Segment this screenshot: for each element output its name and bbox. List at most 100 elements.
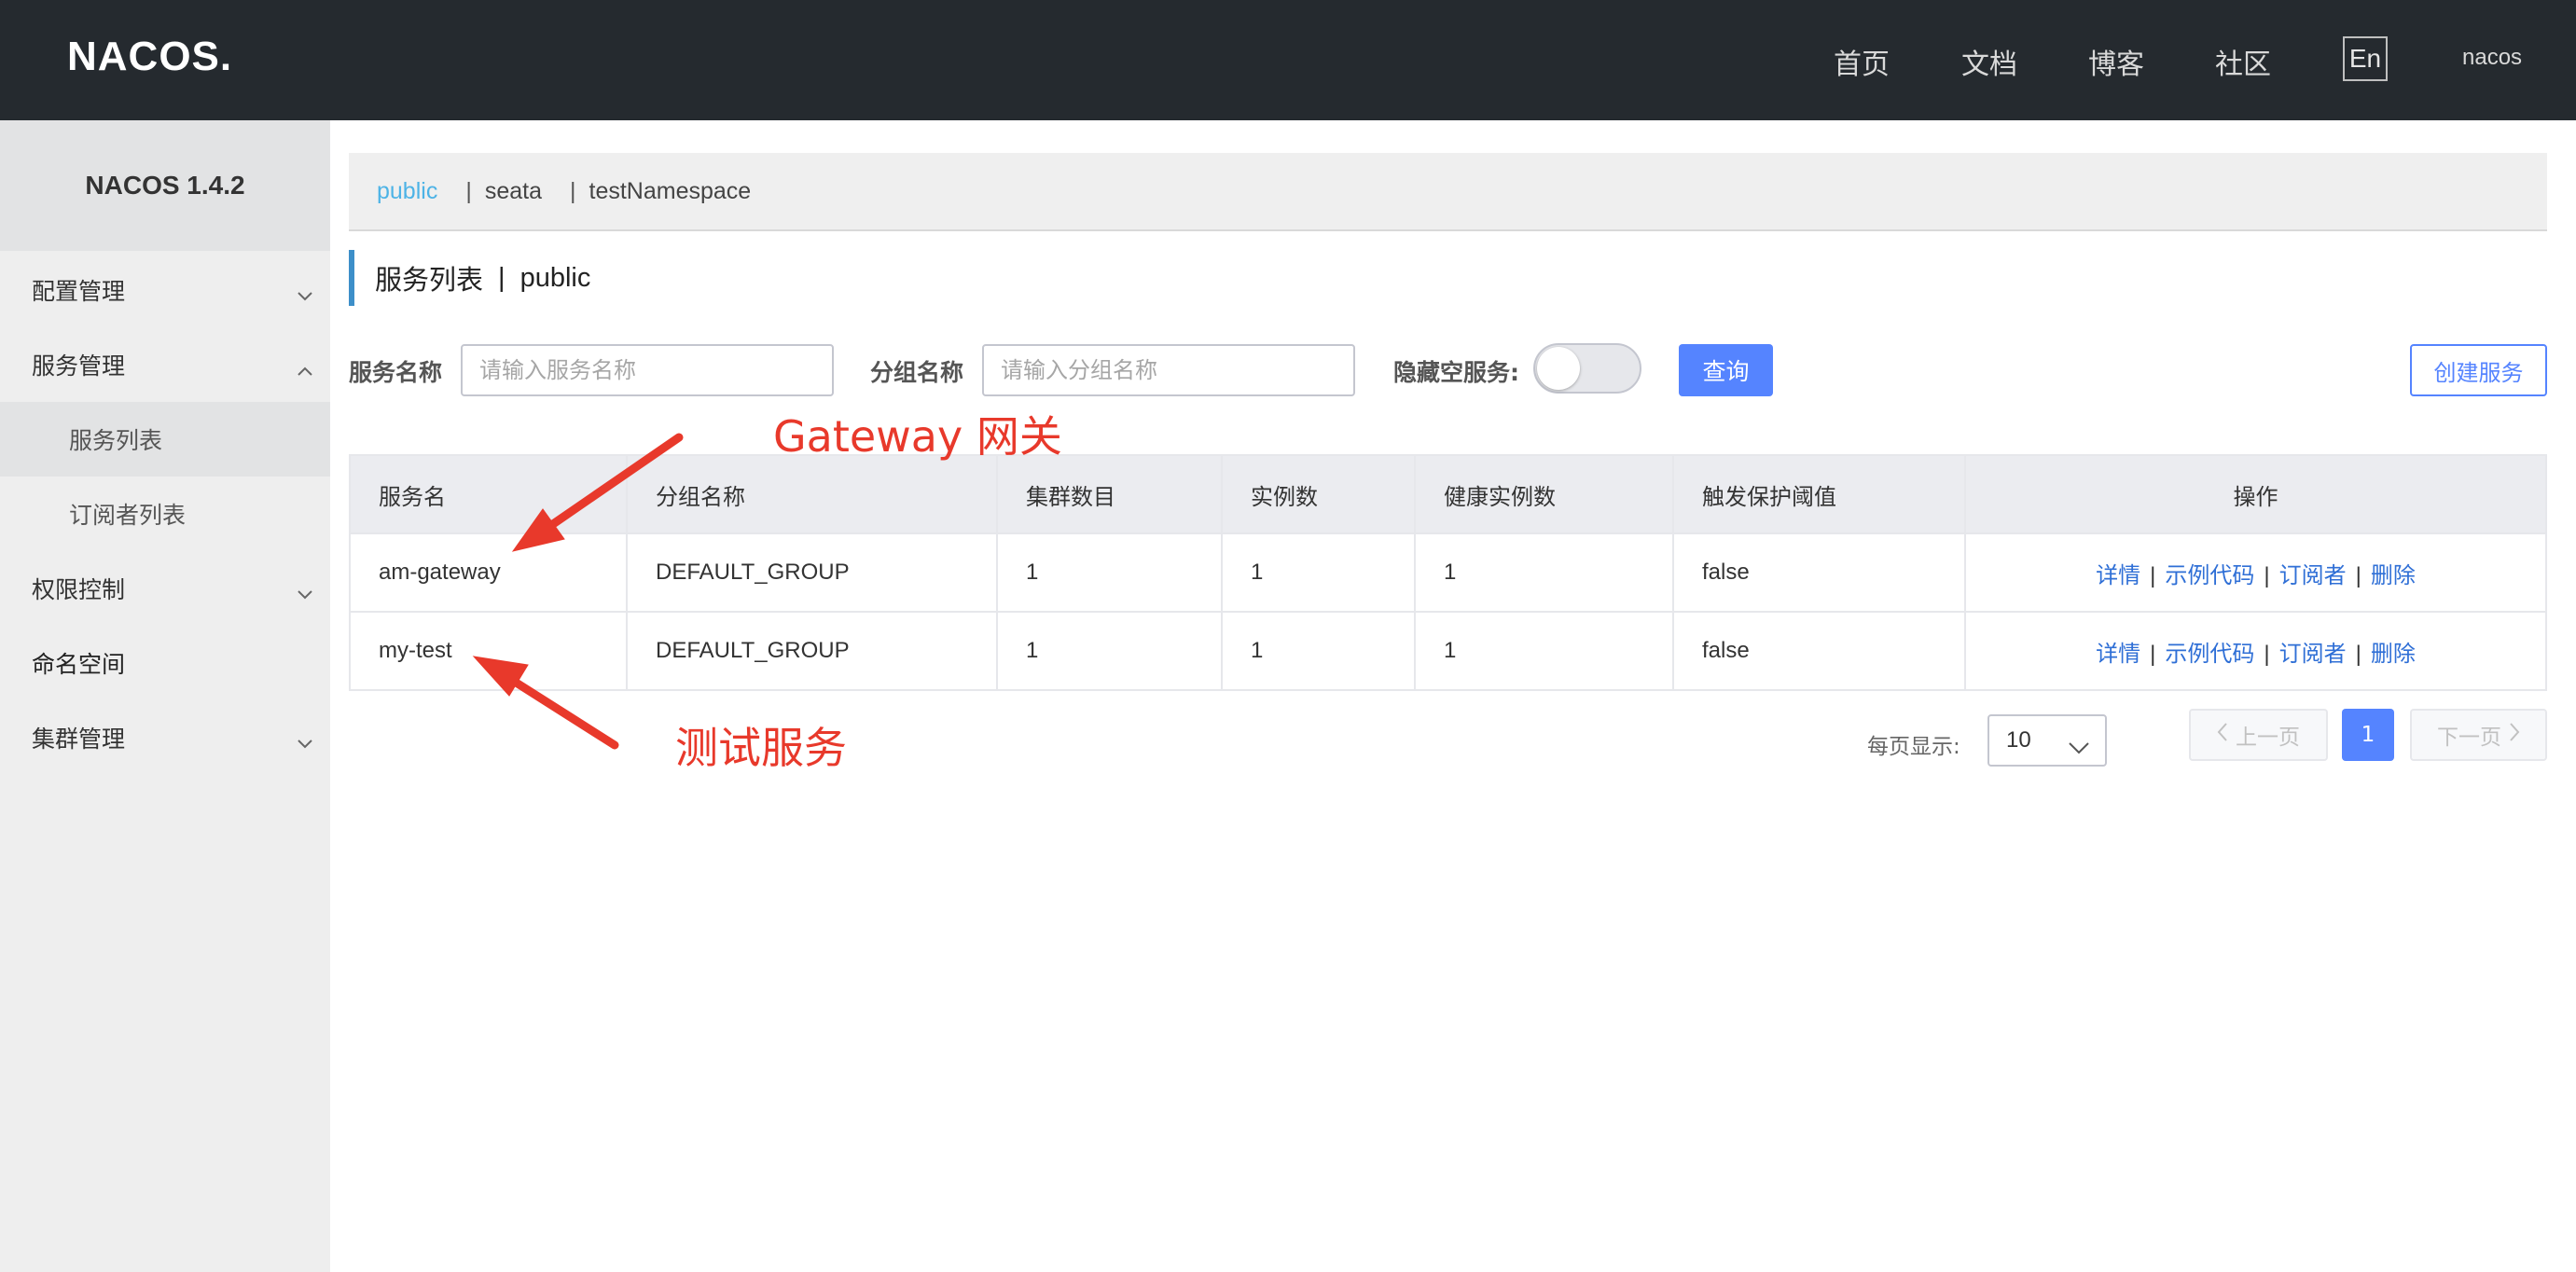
table-header-row: 服务名 分组名称 集群数目 实例数 健康实例数 触发保护阈值 操作 <box>349 454 2547 534</box>
op-separator: | <box>2264 641 2270 667</box>
cell-instance-count: 1 <box>1221 532 1416 613</box>
cell-service-name: am-gateway <box>349 532 628 613</box>
cell-healthy-count: 1 <box>1414 611 1674 691</box>
page-size-label: 每页显示: <box>1867 735 1960 759</box>
cell-operations: 详情 | 示例代码 | 订阅者 | 删除 <box>1964 611 2547 691</box>
subscribers-link[interactable]: 订阅者 <box>2279 562 2347 588</box>
chevron-down-icon <box>297 281 312 301</box>
sidebar-item-service[interactable]: 服务管理 <box>0 327 330 402</box>
page-title-text: 服务列表 <box>375 266 484 296</box>
delete-link[interactable]: 删除 <box>2371 562 2416 588</box>
column-operations: 操作 <box>1964 454 2547 534</box>
chevron-up-icon <box>297 355 312 376</box>
sidebar-item-access-control[interactable]: 权限控制 <box>0 551 330 626</box>
service-name-label: 服务名称 <box>349 359 443 386</box>
chevron-down-icon <box>2068 735 2090 761</box>
chevron-left-icon <box>2217 722 2228 748</box>
nav-home[interactable]: 首页 <box>1834 41 1890 82</box>
sidebar-item-label: 订阅者列表 <box>69 502 187 529</box>
group-name-label: 分组名称 <box>870 359 964 386</box>
toggle-knob <box>1537 347 1580 390</box>
cell-instance-count: 1 <box>1221 611 1416 691</box>
cell-group-name: DEFAULT_GROUP <box>626 532 998 613</box>
sidebar-title: NACOS 1.4.2 <box>0 120 330 251</box>
sidebar-item-label: 权限控制 <box>32 576 126 603</box>
nav-docs[interactable]: 文档 <box>1961 41 2017 82</box>
next-page-button[interactable]: 下一页 <box>2410 709 2547 761</box>
column-threshold: 触发保护阈值 <box>1672 454 1966 534</box>
sidebar: NACOS 1.4.2 配置管理 服务管理 服务列表 订阅者列表 权限控制 命名… <box>0 120 330 1272</box>
language-toggle-button[interactable]: En <box>2343 36 2388 81</box>
detail-link[interactable]: 详情 <box>2096 641 2140 667</box>
sidebar-item-label: 集群管理 <box>32 726 126 753</box>
namespace-public[interactable]: public <box>377 178 437 205</box>
column-instance-count: 实例数 <box>1221 454 1416 534</box>
op-separator: | <box>2355 562 2361 588</box>
cell-cluster-count: 1 <box>996 532 1223 613</box>
page-title-namespace: public <box>519 262 591 293</box>
column-service-name: 服务名 <box>349 454 628 534</box>
subscribers-link[interactable]: 订阅者 <box>2279 641 2347 667</box>
cell-group-name: DEFAULT_GROUP <box>626 611 998 691</box>
op-separator: | <box>2355 641 2361 667</box>
cell-threshold: false <box>1672 532 1966 613</box>
op-separator: | <box>2150 641 2156 667</box>
cell-healthy-count: 1 <box>1414 532 1674 613</box>
sample-code-link[interactable]: 示例代码 <box>2165 562 2254 588</box>
page-title-separator: | <box>498 262 506 293</box>
page-size-value: 10 <box>2006 727 2031 753</box>
table-row: am-gateway DEFAULT_GROUP 1 1 1 false 详情 |… <box>349 532 2547 613</box>
sidebar-item-label: 服务列表 <box>69 427 163 454</box>
chevron-right-icon <box>2509 722 2520 748</box>
namespace-seata[interactable]: seata <box>485 178 542 205</box>
cell-operations: 详情 | 示例代码 | 订阅者 | 删除 <box>1964 532 2547 613</box>
column-healthy-count: 健康实例数 <box>1414 454 1674 534</box>
sidebar-item-label: 服务管理 <box>32 353 126 380</box>
page-size-select[interactable]: 10 <box>1987 714 2107 767</box>
namespace-bar: public | seata | testNamespace <box>349 153 2547 231</box>
sidebar-item-label: 命名空间 <box>32 651 126 678</box>
namespace-separator: | <box>465 177 472 204</box>
sidebar-item-label: 配置管理 <box>32 278 126 305</box>
cell-service-name: my-test <box>349 611 628 691</box>
chevron-down-icon <box>297 579 312 600</box>
sidebar-item-config[interactable]: 配置管理 <box>0 253 330 327</box>
namespace-separator: | <box>570 177 576 204</box>
table-row: my-test DEFAULT_GROUP 1 1 1 false 详情 | 示例代… <box>349 611 2547 691</box>
annotation-gateway: Gateway 网关 <box>773 411 1062 462</box>
prev-page-label: 上一页 <box>2236 726 2300 750</box>
cell-cluster-count: 1 <box>996 611 1223 691</box>
hide-empty-toggle[interactable] <box>1533 343 1641 394</box>
sidebar-item-namespace[interactable]: 命名空间 <box>0 626 330 700</box>
annotation-test-service: 测试服务 <box>675 723 847 773</box>
op-separator: | <box>2150 562 2156 588</box>
nav-community[interactable]: 社区 <box>2215 41 2271 82</box>
op-separator: | <box>2264 562 2270 588</box>
top-navbar: NACOS. 首页 文档 博客 社区 En nacos <box>0 0 2576 120</box>
sidebar-item-service-list[interactable]: 服务列表 <box>0 402 330 477</box>
nav-blog[interactable]: 博客 <box>2088 41 2144 82</box>
hide-empty-label: 隐藏空服务: <box>1393 359 1519 386</box>
nacos-logo[interactable]: NACOS. <box>67 34 232 80</box>
chevron-down-icon <box>297 728 312 749</box>
prev-page-button[interactable]: 上一页 <box>2189 709 2328 761</box>
sidebar-item-subscriber-list[interactable]: 订阅者列表 <box>0 477 330 551</box>
column-group-name: 分组名称 <box>626 454 998 534</box>
delete-link[interactable]: 删除 <box>2371 641 2416 667</box>
user-name[interactable]: nacos <box>2462 45 2522 71</box>
namespace-testnamespace[interactable]: testNamespace <box>589 178 752 205</box>
query-button[interactable]: 查询 <box>1679 344 1773 396</box>
group-name-input[interactable] <box>982 344 1355 396</box>
detail-link[interactable]: 详情 <box>2096 562 2140 588</box>
page-1-button[interactable]: 1 <box>2342 709 2394 761</box>
service-name-input[interactable] <box>461 344 834 396</box>
create-service-button[interactable]: 创建服务 <box>2410 344 2547 396</box>
sidebar-item-cluster[interactable]: 集群管理 <box>0 700 330 775</box>
sample-code-link[interactable]: 示例代码 <box>2165 641 2254 667</box>
page-title: 服务列表 | public <box>349 250 590 306</box>
service-table: 服务名 分组名称 集群数目 实例数 健康实例数 触发保护阈值 操作 am-gat… <box>349 454 2547 691</box>
logo-text: NACOS. <box>67 34 233 79</box>
cell-threshold: false <box>1672 611 1966 691</box>
column-cluster-count: 集群数目 <box>996 454 1223 534</box>
next-page-label: 下一页 <box>2437 726 2501 750</box>
